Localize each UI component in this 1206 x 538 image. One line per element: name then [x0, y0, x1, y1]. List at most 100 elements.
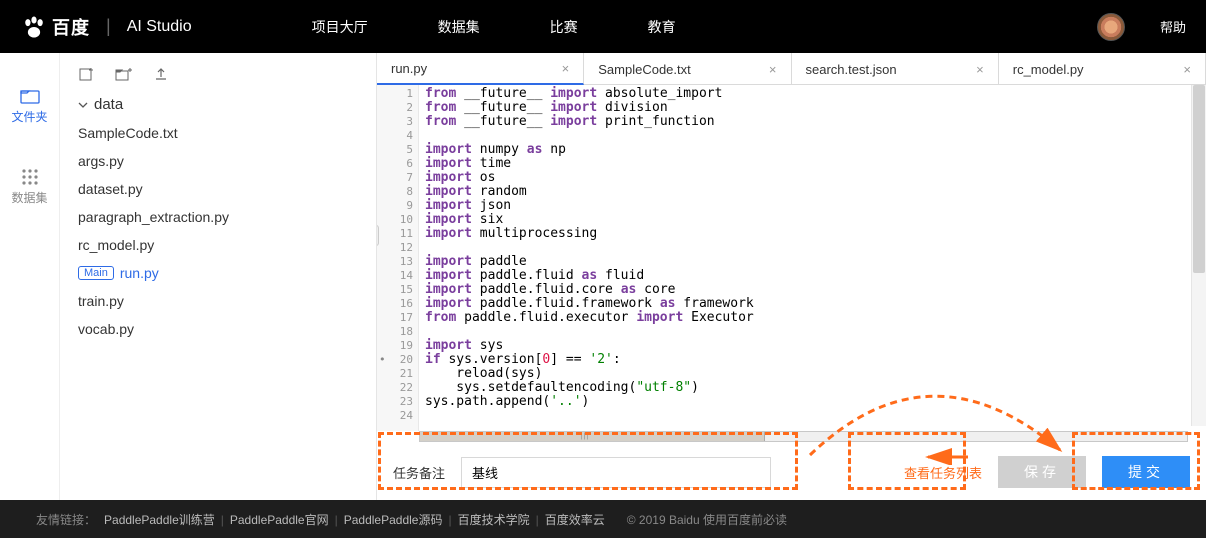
tree-folder-data[interactable]: data [60, 90, 376, 119]
line-number: 4 [377, 129, 413, 143]
chevron-down-icon [78, 100, 88, 110]
tree-file[interactable]: paragraph_extraction.py [60, 203, 376, 231]
editor-tab[interactable]: rc_model.py × [999, 53, 1206, 85]
sidebar-tools [60, 53, 376, 90]
line-number: 8 [377, 185, 413, 199]
nav-projects[interactable]: 项目大厅 [312, 17, 368, 37]
nav-datasets[interactable]: 数据集 [438, 17, 480, 37]
code-line: from __future__ import print_function [425, 115, 1200, 129]
rail-datasets[interactable]: 数据集 [0, 157, 59, 216]
tab-label: rc_model.py [1013, 62, 1084, 77]
save-button[interactable]: 保存 [998, 456, 1086, 488]
hscroll-thumb[interactable] [420, 432, 765, 441]
code-line: import multiprocessing [425, 227, 1200, 241]
line-number: 2 [377, 101, 413, 115]
code-line: import os [425, 171, 1200, 185]
line-number: 5 [377, 143, 413, 157]
line-number: 10 [377, 213, 413, 227]
footer-link[interactable]: 百度技术学院 [458, 513, 530, 527]
tree-file[interactable]: rc_model.py [60, 231, 376, 259]
line-number: 20 [377, 353, 413, 367]
tab-label: run.py [391, 61, 427, 76]
new-folder-icon[interactable] [115, 67, 132, 82]
sidebar: data SampleCode.txtargs.pydataset.pypara… [60, 53, 377, 500]
code-line: reload(sys) [425, 367, 1200, 381]
code-line: from paddle.fluid.executor import Execut… [425, 311, 1200, 325]
rail-datasets-label: 数据集 [11, 191, 47, 205]
folder-icon [20, 88, 40, 104]
code-line: import six [425, 213, 1200, 227]
close-icon[interactable]: × [1183, 62, 1191, 77]
tree-file[interactable]: train.py [60, 287, 376, 315]
help-link[interactable]: 帮助 [1160, 17, 1186, 36]
horizontal-scrollbar[interactable]: ||| [419, 431, 1188, 442]
tab-label: SampleCode.txt [598, 62, 691, 77]
bottom-bar: 任务备注 查看任务列表 保存 提交 [377, 442, 1206, 500]
rail-files-label: 文件夹 [11, 110, 47, 124]
editor-tab[interactable]: SampleCode.txt × [584, 53, 791, 85]
hscroll-grip: ||| [580, 432, 590, 441]
tree-file[interactable]: Mainrun.py [60, 259, 376, 287]
submit-button[interactable]: 提交 [1102, 456, 1190, 488]
folder-label: data [94, 96, 123, 113]
line-number: 15 [377, 283, 413, 297]
footer-sep: | [221, 513, 224, 527]
footer-link[interactable]: 百度效率云 [545, 513, 605, 527]
datasets-icon [20, 167, 40, 185]
tree-file[interactable]: SampleCode.txt [60, 119, 376, 147]
footer-copyright: © 2019 Baidu 使用百度前必读 [627, 511, 787, 528]
close-icon[interactable]: × [562, 61, 570, 76]
line-number: 6 [377, 157, 413, 171]
line-number: 12 [377, 241, 413, 255]
upload-icon[interactable] [154, 67, 169, 82]
line-number: 1 [377, 87, 413, 101]
footer-link[interactable]: PaddlePaddle源码 [344, 513, 443, 527]
header-right: 帮助 [1097, 13, 1186, 41]
vscroll-thumb[interactable] [1193, 85, 1205, 273]
footer-link[interactable]: PaddlePaddle官网 [230, 513, 329, 527]
gutter-collapse-handle[interactable]: ◂ [377, 225, 379, 246]
tree-file[interactable]: dataset.py [60, 175, 376, 203]
code-line: import paddle.fluid.framework as framewo… [425, 297, 1200, 311]
task-remark-input[interactable] [461, 457, 771, 488]
new-file-icon[interactable] [78, 67, 93, 82]
line-number: 24 [377, 409, 413, 423]
studio-text: AI Studio [127, 18, 192, 36]
editor-tab[interactable]: search.test.json× [792, 53, 999, 85]
line-number: 14 [377, 269, 413, 283]
code-line [425, 325, 1200, 339]
code-line [425, 241, 1200, 255]
tree-file[interactable]: args.py [60, 147, 376, 175]
code-line: import json [425, 199, 1200, 213]
header: 百度 | AI Studio 项目大厅 数据集 比赛 教育 帮助 [0, 0, 1206, 53]
footer-prefix: 友情链接： [36, 511, 96, 528]
view-task-list-link[interactable]: 查看任务列表 [904, 463, 982, 482]
line-number: 7 [377, 171, 413, 185]
code-line: sys.setdefaultencoding("utf-8") [425, 381, 1200, 395]
vertical-scrollbar[interactable] [1191, 85, 1206, 426]
line-gutter: 123456789101112131415161718192021222324 [377, 85, 419, 431]
code-line: from __future__ import division [425, 101, 1200, 115]
footer-sep: | [335, 513, 338, 527]
nav-education[interactable]: 教育 [648, 17, 676, 37]
avatar[interactable] [1097, 13, 1125, 41]
footer-link[interactable]: PaddlePaddle训练营 [104, 513, 215, 527]
file-name: run.py [120, 265, 159, 281]
baidu-paw-icon [20, 13, 48, 41]
close-icon[interactable]: × [769, 62, 777, 77]
code-editor[interactable]: from __future__ import absolute_importfr… [419, 85, 1206, 431]
line-number: 17 [377, 311, 413, 325]
line-number: 22 [377, 381, 413, 395]
line-number: 23 [377, 395, 413, 409]
code-line: import numpy as np [425, 143, 1200, 157]
tree-file[interactable]: vocab.py [60, 315, 376, 343]
line-number: 19 [377, 339, 413, 353]
line-number: 11 [377, 227, 413, 241]
close-icon[interactable]: × [976, 62, 984, 77]
line-number: 9 [377, 199, 413, 213]
editor-tab[interactable]: run.py × [377, 53, 584, 85]
baidu-text: 百度 [52, 14, 90, 40]
rail-files[interactable]: 文件夹 [0, 78, 59, 135]
code-line [425, 129, 1200, 143]
nav-competitions[interactable]: 比赛 [550, 17, 578, 37]
